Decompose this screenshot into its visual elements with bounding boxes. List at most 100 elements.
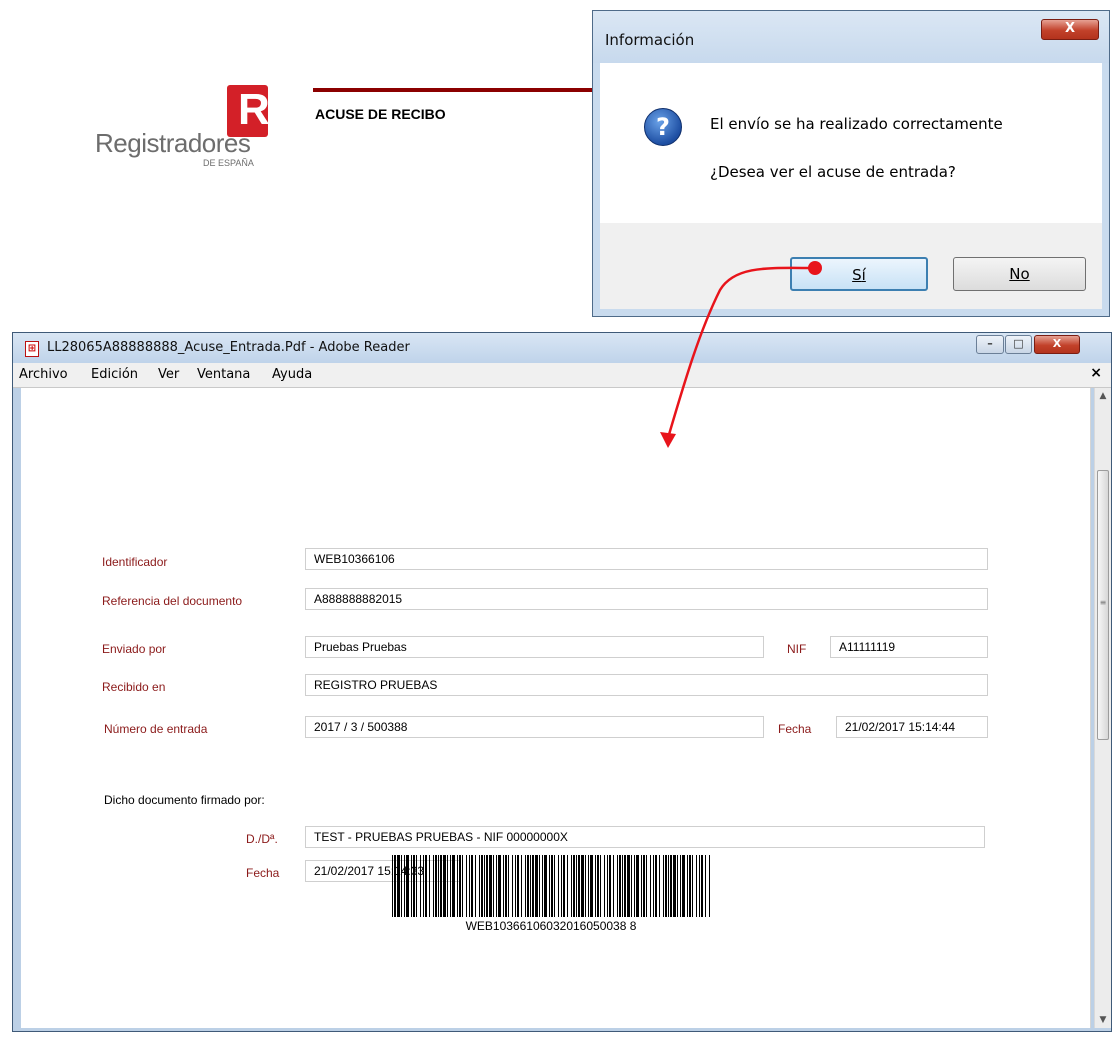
- barcode-bar: [452, 855, 455, 917]
- barcode-bar: [622, 855, 623, 917]
- barcode-bar: [643, 855, 645, 917]
- barcode-text: WEB10366106032016050038 8: [465, 919, 637, 933]
- identificador-value: WEB10366106: [305, 548, 988, 570]
- barcode-bar: [392, 855, 393, 917]
- menu-ventana[interactable]: Ventana: [197, 367, 250, 382]
- barcode-bar: [663, 855, 664, 917]
- barcode-bar: [641, 855, 642, 917]
- no-mnemonic: N: [1009, 265, 1021, 283]
- close-icon[interactable]: X: [1041, 19, 1099, 40]
- barcode-bar: [687, 855, 688, 917]
- dialog-message: El envío se ha realizado correctamente: [710, 115, 1003, 133]
- barcode-bar: [573, 855, 575, 917]
- barcode-bar: [617, 855, 618, 917]
- informacion-dialog: Información X ? El envío se ha realizado…: [592, 10, 1110, 317]
- barcode-bar: [425, 855, 427, 917]
- barcode-bar: [493, 855, 494, 917]
- pdf-icon: ⊞: [25, 341, 39, 357]
- yes-mnemonic: S: [852, 266, 862, 284]
- barcode-bar: [484, 855, 485, 917]
- barcode-bar: [433, 855, 434, 917]
- barcode-bar: [503, 855, 504, 917]
- barcode-bar: [581, 855, 584, 917]
- barcode-bar: [668, 855, 669, 917]
- numero-entrada-label: Número de entrada: [104, 722, 208, 736]
- minimize-icon[interactable]: –: [976, 335, 1004, 354]
- logo-name: Registradores: [95, 128, 251, 158]
- barcode-bar: [535, 855, 538, 917]
- barcode-bar: [689, 855, 691, 917]
- barcode-bar: [462, 855, 463, 917]
- yes-label-rest: í: [861, 266, 866, 284]
- barcode-bar: [567, 855, 568, 917]
- barcode-bar: [576, 855, 577, 917]
- firma-fecha-label: Fecha: [246, 866, 280, 880]
- barcode-bar: [496, 855, 497, 917]
- document-heading: ACUSE DE RECIBO: [315, 106, 446, 122]
- dialog-body: ? El envío se ha realizado correctamente…: [600, 63, 1102, 223]
- barcode-bar: [670, 855, 672, 917]
- menu-ayuda[interactable]: Ayuda: [272, 367, 312, 382]
- maximize-icon[interactable]: □: [1005, 335, 1032, 354]
- close-document-icon[interactable]: ×: [1090, 365, 1102, 381]
- barcode-bar: [701, 855, 703, 917]
- barcode-bar: [438, 855, 439, 917]
- barcode-bar: [498, 855, 501, 917]
- menu-edicion[interactable]: Edición: [91, 367, 138, 382]
- close-icon[interactable]: X: [1034, 335, 1080, 354]
- barcode-bar: [429, 855, 430, 917]
- dialog-title: Información: [605, 31, 695, 49]
- barcode-bar: [627, 855, 630, 917]
- fecha-entrada-value: 21/02/2017 15:14:44: [836, 716, 988, 738]
- barcode-bar: [411, 855, 412, 917]
- barcode-bar: [404, 855, 405, 917]
- barcode-bar: [650, 855, 651, 917]
- scroll-up-icon[interactable]: ▲: [1095, 388, 1111, 404]
- barcode-bar: [489, 855, 492, 917]
- reader-window-title: LL28065A88888888_Acuse_Entrada.Pdf - Ado…: [47, 340, 410, 355]
- dialog-titlebar[interactable]: Información X: [593, 11, 1109, 63]
- barcode-bar: [699, 855, 700, 917]
- barcode-bar: [659, 855, 660, 917]
- barcode-bar: [401, 855, 402, 917]
- barcode-bar: [525, 855, 526, 917]
- numero-entrada-value: 2017 / 3 / 500388: [305, 716, 764, 738]
- barcode-bar: [447, 855, 448, 917]
- barcode-bar: [475, 855, 476, 917]
- nif-label: NIF: [787, 642, 807, 656]
- fecha-entrada-label: Fecha: [778, 722, 812, 736]
- scrollbar-thumb[interactable]: ≡: [1097, 470, 1109, 740]
- barcode-bar: [527, 855, 529, 917]
- barcode-bar: [561, 855, 562, 917]
- recibido-label: Recibido en: [102, 680, 166, 694]
- barcode-bar: [709, 855, 710, 917]
- logo-subtitle: DE ESPAÑA: [203, 158, 254, 168]
- no-button[interactable]: No: [953, 257, 1086, 291]
- barcode-bar: [696, 855, 697, 917]
- barcode-bar: [551, 855, 553, 917]
- barcode-bar: [512, 855, 513, 917]
- barcode-bar: [665, 855, 667, 917]
- scroll-down-icon[interactable]: ▼: [1095, 1012, 1111, 1028]
- barcode-bar: [653, 855, 654, 917]
- dialog-footer: Sí No: [600, 223, 1102, 309]
- barcode-bar: [423, 855, 424, 917]
- dd-label: D./Dª.: [246, 832, 278, 846]
- barcode-bar: [549, 855, 550, 917]
- menu-ver[interactable]: Ver: [158, 367, 179, 382]
- menu-archivo[interactable]: Archivo: [19, 367, 68, 382]
- barcode-bar: [394, 855, 396, 917]
- yes-button[interactable]: Sí: [790, 257, 928, 291]
- barcode-bar: [459, 855, 461, 917]
- barcode-bar: [443, 855, 446, 917]
- grip-icon: ≡: [1099, 598, 1107, 607]
- reader-titlebar[interactable]: ⊞ LL28065A88888888_Acuse_Entrada.Pdf - A…: [13, 333, 1111, 363]
- barcode-bar: [539, 855, 540, 917]
- recibido-value: REGISTRO PRUEBAS: [305, 674, 988, 696]
- barcode-bar: [515, 855, 516, 917]
- barcode-bar: [397, 855, 400, 917]
- vertical-scrollbar[interactable]: ▲ ≡ ▼: [1094, 388, 1111, 1028]
- menubar: Archivo Edición Ver Ventana Ayuda ×: [13, 363, 1111, 388]
- enviado-value: Pruebas Pruebas: [305, 636, 764, 658]
- barcode-bar: [624, 855, 626, 917]
